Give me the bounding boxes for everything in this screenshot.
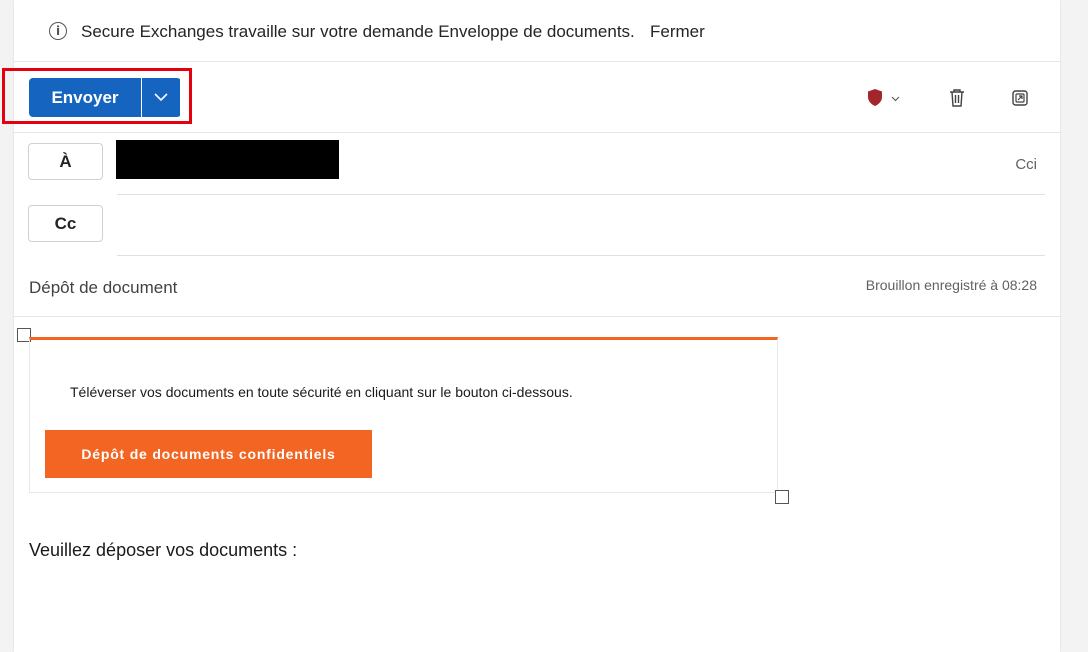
cc-button[interactable]: Cc — [28, 205, 103, 242]
close-link[interactable]: Fermer — [650, 22, 705, 42]
subject-field[interactable]: Dépôt de document — [29, 278, 177, 298]
redacted-recipient — [116, 140, 339, 179]
delete-button[interactable] — [947, 88, 967, 113]
send-button[interactable]: Envoyer — [29, 78, 141, 117]
shield-icon — [868, 89, 900, 106]
sensitivity-button[interactable] — [867, 88, 901, 113]
chevron-down-icon — [154, 93, 168, 102]
compose-pane: i Secure Exchanges travaille sur votre d… — [2, 0, 1060, 652]
resize-handle-bottom-right[interactable] — [775, 490, 789, 504]
compose-toolbar: Envoyer — [2, 62, 1060, 133]
info-message: Secure Exchanges travaille sur votre dem… — [81, 22, 635, 41]
cc-row-divider — [117, 255, 1045, 256]
to-row-divider — [117, 194, 1045, 195]
popout-icon — [1012, 90, 1028, 106]
card-instructions: Téléverser vos documents en toute sécuri… — [70, 384, 573, 400]
info-icon: i — [49, 22, 67, 40]
send-options-button[interactable] — [141, 78, 180, 117]
send-button-group: Envoyer — [29, 78, 181, 117]
info-bar: i Secure Exchanges travaille sur votre d… — [14, 0, 1060, 62]
popout-button[interactable] — [1010, 88, 1030, 113]
secure-upload-card: Téléverser vos documents en toute sécuri… — [29, 337, 778, 493]
draft-status: Brouillon enregistré à 08:28 — [865, 277, 1037, 293]
message-body[interactable]: Veuillez déposer vos documents : — [29, 540, 297, 561]
trash-icon — [950, 89, 964, 107]
confidential-upload-button[interactable]: Dépôt de documents confidentiels — [45, 430, 372, 478]
subject-divider — [14, 316, 1060, 317]
to-button[interactable]: À — [28, 143, 103, 180]
bcc-link[interactable]: Cci — [1015, 156, 1037, 173]
